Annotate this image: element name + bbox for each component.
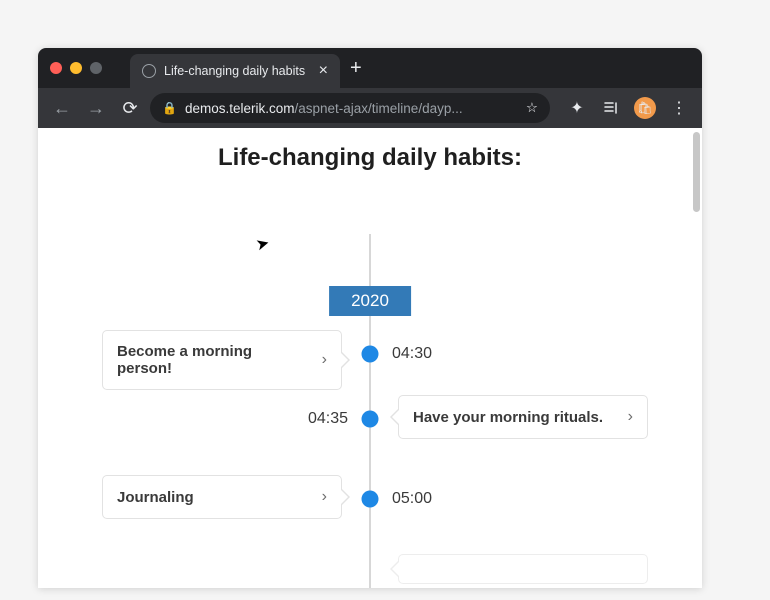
lock-icon: 🔒 bbox=[162, 101, 177, 115]
timeline-dot bbox=[362, 346, 379, 363]
timeline-card-title: Become a morning person! bbox=[117, 343, 310, 377]
star-icon[interactable]: ☆ bbox=[526, 100, 538, 116]
timeline-card[interactable] bbox=[398, 554, 648, 584]
timeline-dot bbox=[362, 491, 379, 508]
timeline-card[interactable]: Have your morning rituals. › bbox=[398, 395, 648, 439]
back-button[interactable]: ← bbox=[48, 94, 76, 122]
profile-extension-icon[interactable]: 🛍 bbox=[632, 95, 658, 121]
url-host: demos.telerik.com bbox=[185, 101, 295, 116]
window-controls bbox=[50, 62, 102, 74]
timeline-time: 04:30 bbox=[392, 345, 432, 363]
timeline-flag: 2020 bbox=[329, 286, 411, 316]
url-text: demos.telerik.com/aspnet-ajax/timeline/d… bbox=[185, 101, 463, 116]
titlebar: Life-changing daily habits × + bbox=[38, 48, 702, 88]
chevron-right-icon: › bbox=[628, 408, 633, 426]
tab-title: Life-changing daily habits bbox=[164, 64, 311, 78]
timeline: 2020 04:30 Become a morning person! › 04… bbox=[38, 234, 702, 588]
timeline-card-title: Have your morning rituals. bbox=[413, 409, 603, 426]
close-window-button[interactable] bbox=[50, 62, 62, 74]
chevron-right-icon: › bbox=[322, 488, 327, 506]
timeline-time: 04:35 bbox=[308, 410, 348, 428]
scrollbar[interactable] bbox=[693, 132, 700, 212]
maximize-window-button[interactable] bbox=[90, 62, 102, 74]
new-tab-button[interactable]: + bbox=[350, 57, 362, 80]
timeline-dot bbox=[362, 411, 379, 428]
chevron-right-icon: › bbox=[322, 351, 327, 369]
reading-list-icon[interactable] bbox=[598, 95, 624, 121]
browser-window: Life-changing daily habits × + ← → ⟳ 🔒 d… bbox=[38, 48, 702, 588]
reload-button[interactable]: ⟳ bbox=[116, 94, 144, 122]
page-viewport: ➤ Life-changing daily habits: 2020 04:30… bbox=[38, 128, 702, 588]
timeline-card-title: Journaling bbox=[117, 489, 194, 506]
timeline-card[interactable]: Journaling › bbox=[102, 475, 342, 519]
globe-icon bbox=[142, 64, 156, 78]
extensions-icon[interactable]: ✦ bbox=[564, 95, 590, 121]
url-path: /aspnet-ajax/timeline/dayp... bbox=[295, 101, 463, 116]
toolbar: ← → ⟳ 🔒 demos.telerik.com/aspnet-ajax/ti… bbox=[38, 88, 702, 128]
toolbar-actions: ✦ 🛍 ⋮ bbox=[564, 95, 692, 121]
menu-icon[interactable]: ⋮ bbox=[666, 95, 692, 121]
timeline-time: 05:00 bbox=[392, 490, 432, 508]
timeline-card[interactable]: Become a morning person! › bbox=[102, 330, 342, 390]
page-title: Life-changing daily habits: bbox=[38, 144, 702, 172]
forward-button[interactable]: → bbox=[82, 94, 110, 122]
browser-tab[interactable]: Life-changing daily habits × bbox=[130, 54, 340, 88]
address-bar[interactable]: 🔒 demos.telerik.com/aspnet-ajax/timeline… bbox=[150, 93, 550, 123]
close-tab-icon[interactable]: × bbox=[319, 63, 328, 79]
minimize-window-button[interactable] bbox=[70, 62, 82, 74]
